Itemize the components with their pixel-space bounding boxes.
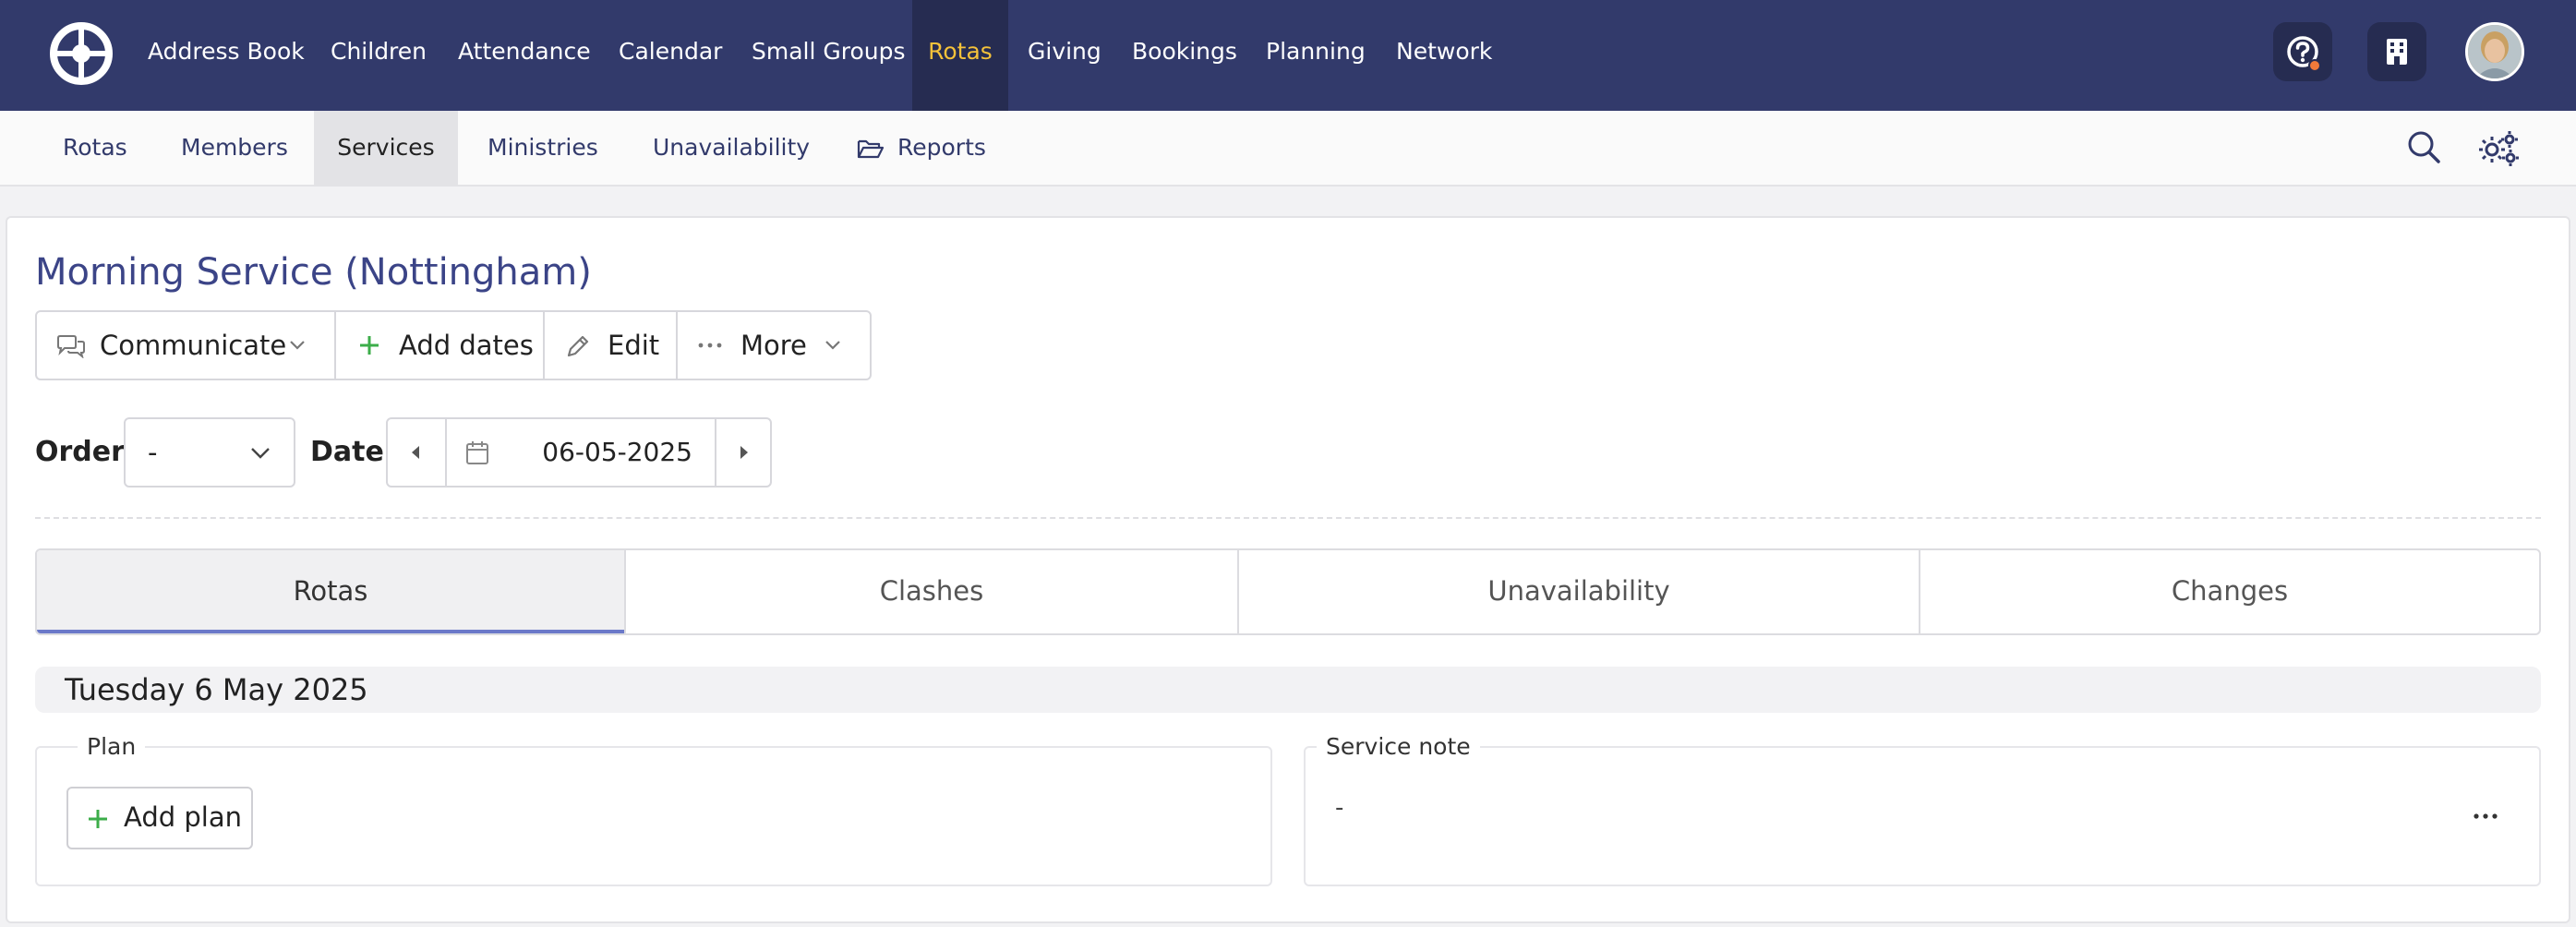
subnav-services[interactable]: Services xyxy=(314,111,458,185)
nav-planning[interactable]: Planning xyxy=(1266,0,1366,111)
chevron-down-icon xyxy=(824,339,842,352)
building-icon xyxy=(2387,39,2407,65)
nav-children[interactable]: Children xyxy=(331,0,427,111)
search-button[interactable] xyxy=(2404,127,2445,168)
communicate-label: Communicate xyxy=(100,330,287,361)
tab-changes[interactable]: Changes xyxy=(1920,550,2539,633)
nav-calendar[interactable]: Calendar xyxy=(619,0,722,111)
chat-icon xyxy=(55,334,87,358)
organisation-button[interactable] xyxy=(2367,22,2426,81)
edit-label: Edit xyxy=(608,330,660,361)
order-value: - xyxy=(148,437,158,468)
notification-dot xyxy=(2308,59,2321,72)
add-dates-button[interactable]: Add dates xyxy=(336,312,543,379)
edit-button[interactable]: Edit xyxy=(545,312,676,379)
plan-legend: Plan xyxy=(78,733,146,760)
previous-date-button[interactable] xyxy=(388,419,445,486)
avatar[interactable] xyxy=(2465,22,2524,81)
caret-right-icon xyxy=(739,445,750,460)
order-label: Order xyxy=(35,436,125,468)
top-navigation: Address Book Children Attendance Calenda… xyxy=(0,0,2576,111)
subnav-reports-label: Reports xyxy=(897,134,986,161)
folder-open-icon xyxy=(857,138,885,160)
section-divider xyxy=(35,517,2541,519)
add-plan-button[interactable]: Add plan xyxy=(66,787,253,849)
service-toolbar: Communicate Add dates Edit More xyxy=(35,310,872,380)
subnav-reports[interactable]: Reports xyxy=(857,111,986,185)
chevron-down-icon xyxy=(249,446,271,461)
tab-clashes[interactable]: Clashes xyxy=(626,550,1237,633)
service-date-heading: Tuesday 6 May 2025 xyxy=(35,667,2541,713)
service-date-text: Tuesday 6 May 2025 xyxy=(65,672,368,707)
subnav-unavailability[interactable]: Unavailability xyxy=(653,111,810,185)
help-button[interactable] xyxy=(2273,22,2332,81)
add-dates-label: Add dates xyxy=(399,330,534,361)
plus-icon xyxy=(358,334,380,356)
nav-small-groups[interactable]: Small Groups xyxy=(752,0,906,111)
add-plan-label: Add plan xyxy=(124,801,242,833)
service-tabs: Rotas Clashes Unavailability Changes xyxy=(35,548,2541,635)
next-date-button[interactable] xyxy=(716,419,772,486)
subnav-ministries[interactable]: Ministries xyxy=(488,111,598,185)
nav-giving[interactable]: Giving xyxy=(1028,0,1101,111)
subnav-rotas[interactable]: Rotas xyxy=(63,111,127,185)
tab-unavailability[interactable]: Unavailability xyxy=(1239,550,1919,633)
plus-icon xyxy=(87,808,109,830)
caret-left-icon xyxy=(410,445,421,460)
communicate-button[interactable]: Communicate xyxy=(37,312,334,379)
nav-network[interactable]: Network xyxy=(1396,0,1492,111)
more-label: More xyxy=(740,330,807,361)
page-title: Morning Service (Nottingham) xyxy=(35,251,592,294)
nav-bookings[interactable]: Bookings xyxy=(1132,0,1237,111)
date-value: 06-05-2025 xyxy=(542,437,692,467)
date-input[interactable]: 06-05-2025 xyxy=(447,419,715,486)
settings-icon xyxy=(2476,127,2519,168)
more-options-icon[interactable] xyxy=(2473,796,2498,824)
more-button[interactable]: More xyxy=(678,312,870,379)
sub-navigation: Rotas Members Services Ministries Unavai… xyxy=(0,111,2576,187)
chevron-down-icon xyxy=(288,339,307,352)
plan-panel: Plan Add plan xyxy=(35,733,1272,886)
ellipsis-icon xyxy=(698,343,722,348)
nav-rotas[interactable]: Rotas xyxy=(912,0,1008,111)
search-icon xyxy=(2404,127,2445,168)
service-note-panel: Service note - xyxy=(1304,733,2541,886)
date-picker: 06-05-2025 xyxy=(386,417,772,488)
nav-address-book[interactable]: Address Book xyxy=(148,0,305,111)
service-note-value: - xyxy=(1335,794,1344,822)
tab-rotas[interactable]: Rotas xyxy=(37,550,624,633)
calendar-icon xyxy=(465,439,489,465)
settings-button[interactable] xyxy=(2476,127,2519,168)
order-select[interactable]: - xyxy=(124,417,295,488)
nav-attendance[interactable]: Attendance xyxy=(458,0,591,111)
subnav-members[interactable]: Members xyxy=(181,111,288,185)
date-label: Date xyxy=(310,436,384,468)
service-note-legend: Service note xyxy=(1317,733,1480,760)
logo-icon[interactable] xyxy=(50,22,113,85)
pencil-icon xyxy=(565,333,591,359)
